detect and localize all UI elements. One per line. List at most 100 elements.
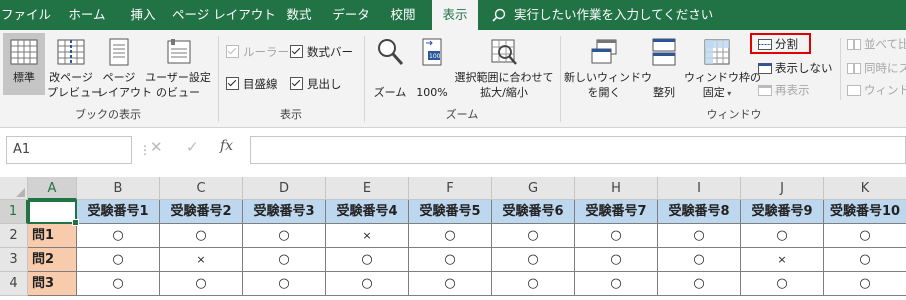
view-side-by-side-button[interactable]: 並べて比: [847, 36, 906, 52]
cancel-icon[interactable]: ✕: [150, 138, 163, 156]
tab-insert[interactable]: 挿入: [120, 0, 166, 30]
result-cell[interactable]: ×: [741, 248, 824, 272]
synchronous-scrolling-button[interactable]: 同時にス: [847, 60, 906, 76]
tab-page-layout[interactable]: ページ レイアウト: [172, 0, 276, 30]
header-cell[interactable]: 受験番号7: [575, 200, 658, 224]
column-header[interactable]: A: [28, 177, 77, 200]
question-label-cell[interactable]: 問3: [28, 272, 77, 296]
result-cell[interactable]: ○: [77, 272, 160, 296]
tab-view[interactable]: 表示: [432, 0, 478, 30]
zoom-100-button[interactable]: 100 100%: [412, 37, 452, 100]
custom-views-label-1: ユーザー設定: [145, 71, 211, 84]
header-cell[interactable]: 受験番号8: [658, 200, 741, 224]
page-layout-view-button[interactable]: ページ レイアウト: [97, 37, 152, 100]
tab-file[interactable]: ファイル: [0, 0, 52, 30]
header-cell[interactable]: 受験番号4: [326, 200, 409, 224]
column-header[interactable]: G: [492, 177, 575, 200]
result-cell[interactable]: ○: [409, 272, 492, 296]
formula-input[interactable]: [250, 136, 906, 164]
result-cell[interactable]: ○: [658, 224, 741, 248]
column-header[interactable]: I: [658, 177, 741, 200]
header-cell[interactable]: 受験番号2: [160, 200, 243, 224]
result-cell[interactable]: ○: [575, 248, 658, 272]
unhide-window-button[interactable]: 再表示: [758, 82, 810, 98]
tab-formulas[interactable]: 数式: [276, 0, 322, 30]
result-cell[interactable]: ×: [160, 248, 243, 272]
insert-function-icon[interactable]: fx: [220, 138, 233, 154]
result-cell[interactable]: ○: [160, 224, 243, 248]
question-label-cell[interactable]: 問1: [28, 224, 77, 248]
column-header[interactable]: H: [575, 177, 658, 200]
tab-review[interactable]: 校閲: [380, 0, 426, 30]
enter-icon[interactable]: ✓: [186, 138, 199, 156]
result-cell[interactable]: ○: [492, 272, 575, 296]
row-header[interactable]: 4: [0, 272, 28, 296]
result-cell[interactable]: ○: [243, 272, 326, 296]
row-header[interactable]: 2: [0, 224, 28, 248]
headings-checkbox[interactable]: 見出し: [290, 76, 342, 92]
header-cell[interactable]: 受験番号3: [243, 200, 326, 224]
header-cell[interactable]: 受験番号5: [409, 200, 492, 224]
result-cell[interactable]: ○: [492, 248, 575, 272]
zoom-to-selection-button[interactable]: 選択範囲に合わせて 拡大/縮小: [454, 37, 554, 100]
result-cell[interactable]: ○: [243, 224, 326, 248]
result-cell[interactable]: ○: [824, 224, 906, 248]
column-header[interactable]: J: [741, 177, 824, 200]
arrange-all-button[interactable]: 整列: [646, 37, 682, 100]
result-cell[interactable]: ○: [741, 224, 824, 248]
column-header[interactable]: K: [824, 177, 906, 200]
header-cell[interactable]: 受験番号6: [492, 200, 575, 224]
tell-me-search[interactable]: 実行したい作業を入力してください: [492, 0, 713, 30]
header-cell[interactable]: 受験番号10: [824, 200, 906, 224]
column-header[interactable]: C: [160, 177, 243, 200]
result-cell[interactable]: ○: [575, 224, 658, 248]
headings-label: 見出し: [307, 77, 342, 91]
row-header[interactable]: 3: [0, 248, 28, 272]
side-by-side-icon: [847, 39, 861, 50]
formula-bar-checkbox[interactable]: 数式バー: [290, 44, 353, 60]
header-cell[interactable]: 受験番号9: [741, 200, 824, 224]
active-cell-cursor: [28, 200, 79, 226]
result-cell[interactable]: ○: [77, 248, 160, 272]
hide-window-button[interactable]: 表示しない: [758, 60, 833, 76]
zoom-button[interactable]: ズーム: [370, 37, 410, 100]
result-cell[interactable]: ○: [77, 224, 160, 248]
tab-home[interactable]: ホーム: [60, 0, 114, 30]
freeze-panes-button[interactable]: ウィンドウ枠の 固定 ▾: [684, 37, 761, 101]
column-header[interactable]: B: [77, 177, 160, 200]
row-header[interactable]: 1: [0, 200, 28, 224]
group-label-zoom: ズーム: [445, 108, 479, 121]
result-cell[interactable]: ○: [160, 272, 243, 296]
result-cell[interactable]: ×: [326, 224, 409, 248]
question-label-cell[interactable]: 問2: [28, 248, 77, 272]
result-cell[interactable]: ○: [326, 272, 409, 296]
result-cell[interactable]: ○: [243, 248, 326, 272]
page-layout-label-2: レイアウト: [97, 86, 152, 99]
header-cell[interactable]: 受験番号1: [77, 200, 160, 224]
column-header[interactable]: D: [243, 177, 326, 200]
result-cell[interactable]: ○: [824, 248, 906, 272]
custom-views-button[interactable]: ユーザー設定 のビュー: [143, 37, 213, 100]
new-window-button[interactable]: 新しいウィンドウ を開く: [564, 37, 652, 100]
result-cell[interactable]: ○: [658, 272, 741, 296]
result-cell[interactable]: ○: [409, 224, 492, 248]
result-cell[interactable]: ○: [824, 272, 906, 296]
result-cell[interactable]: ○: [575, 272, 658, 296]
select-all-corner[interactable]: [0, 177, 28, 200]
result-cell[interactable]: ○: [741, 272, 824, 296]
normal-view-button[interactable]: 標準: [3, 33, 45, 95]
result-cell[interactable]: ○: [409, 248, 492, 272]
reset-window-position-button[interactable]: ウィンドウ: [847, 82, 906, 98]
column-header[interactable]: F: [409, 177, 492, 200]
result-cell[interactable]: ○: [658, 248, 741, 272]
name-box[interactable]: A1: [6, 136, 132, 164]
ruler-label: ルーラー: [243, 45, 289, 59]
result-cell[interactable]: ○: [492, 224, 575, 248]
column-header[interactable]: E: [326, 177, 409, 200]
result-cell[interactable]: ○: [326, 248, 409, 272]
gridlines-checkbox[interactable]: 目盛線: [226, 76, 278, 92]
tab-data[interactable]: データ: [328, 0, 374, 30]
group-label-workbook-views: ブックの表示: [75, 108, 141, 121]
ruler-checkbox[interactable]: ルーラー: [226, 44, 289, 60]
page-break-preview-button[interactable]: 改ページ プレビュー: [47, 37, 102, 100]
